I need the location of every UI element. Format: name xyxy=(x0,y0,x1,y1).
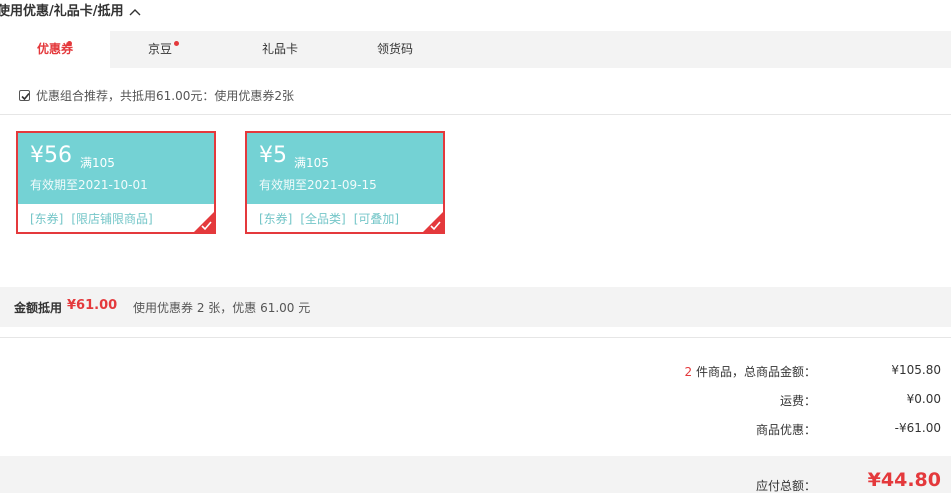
recommend-combo[interactable]: 优惠组合推荐，共抵用61.00元：使用优惠券2张 xyxy=(19,86,294,104)
notification-dot xyxy=(67,41,72,46)
discount-summary-bar: 金额抵用 ¥61.00 使用优惠券 2 张，优惠 61.00 元 xyxy=(0,287,951,327)
tab-label: 领货码 xyxy=(376,42,413,56)
payable-bar: 应付总额： ¥44.80 xyxy=(0,456,951,493)
tab-jingdou[interactable]: 京豆 xyxy=(110,31,210,68)
coupon-tag: [全品类] xyxy=(300,212,346,226)
items-label-text: 件商品，总商品金额： xyxy=(692,365,816,379)
selected-check-icon xyxy=(423,212,443,232)
coupon-condition: 满105 xyxy=(80,156,115,170)
coupon-expiry: 有效期至2021-10-01 xyxy=(30,178,148,192)
coupon-amount: ¥5 xyxy=(259,143,287,168)
recommend-checkbox[interactable] xyxy=(19,89,30,101)
coupon-tag: [东券] xyxy=(259,212,293,226)
selected-check-icon xyxy=(194,212,214,232)
coupon-card[interactable]: ¥5 满105 有效期至2021-09-15 [东券] [全品类] [可叠加] xyxy=(245,131,445,234)
coupon-card[interactable]: ¥56 满105 有效期至2021-10-01 [东券] [限店铺限商品] xyxy=(16,131,216,234)
discount-label: 商品优惠： xyxy=(755,423,816,437)
coupon-tag: [限店铺限商品] xyxy=(71,212,153,226)
items-total-value: ¥105.80 xyxy=(891,363,941,377)
section-title-text: 使用优惠/礼品卡/抵用 xyxy=(0,4,124,19)
summary-label: 金额抵用 xyxy=(14,301,63,315)
coupon-tags: [东券] [限店铺限商品] xyxy=(30,210,153,227)
shipping-value: ¥0.00 xyxy=(906,392,941,406)
payable-label: 应付总额： xyxy=(755,479,816,493)
shipping-label: 运费： xyxy=(779,394,816,408)
summary-amount: ¥61.00 xyxy=(67,298,118,313)
tab-label: 京豆 xyxy=(147,42,172,56)
coupon-tag: [东券] xyxy=(30,212,64,226)
chevron-up-icon[interactable] xyxy=(128,6,142,18)
divider xyxy=(0,114,951,115)
summary-desc: 使用优惠券 2 张，优惠 61.00 元 xyxy=(133,301,311,315)
coupon-header: ¥56 满105 有效期至2021-10-01 xyxy=(18,133,214,204)
discount-value: -¥61.00 xyxy=(894,421,941,435)
coupon-tabs: 优惠券 京豆 礼品卡 领货码 xyxy=(0,31,951,68)
recommend-text: 优惠组合推荐，共抵用61.00元：使用优惠券2张 xyxy=(36,88,294,103)
tab-coupons[interactable]: 优惠券 xyxy=(0,31,110,68)
coupon-expiry: 有效期至2021-09-15 xyxy=(259,178,377,192)
coupon-header: ¥5 满105 有效期至2021-09-15 xyxy=(247,133,443,204)
tab-gift-card[interactable]: 礼品卡 xyxy=(230,31,330,68)
notification-dot xyxy=(174,41,179,46)
coupon-tag: [可叠加] xyxy=(353,212,400,226)
coupon-condition: 满105 xyxy=(294,156,329,170)
coupon-tags: [东券] [全品类] [可叠加] xyxy=(259,210,399,227)
items-total-label: 2 件商品，总商品金额： xyxy=(685,363,816,380)
coupon-amount: ¥56 xyxy=(30,143,72,168)
check-icon xyxy=(21,92,30,100)
tab-redeem-code[interactable]: 领货码 xyxy=(345,31,445,68)
divider xyxy=(0,337,951,338)
section-title[interactable]: 使用优惠/礼品卡/抵用 xyxy=(0,3,142,21)
payable-value: ¥44.80 xyxy=(867,469,941,491)
tab-label: 礼品卡 xyxy=(261,42,298,56)
